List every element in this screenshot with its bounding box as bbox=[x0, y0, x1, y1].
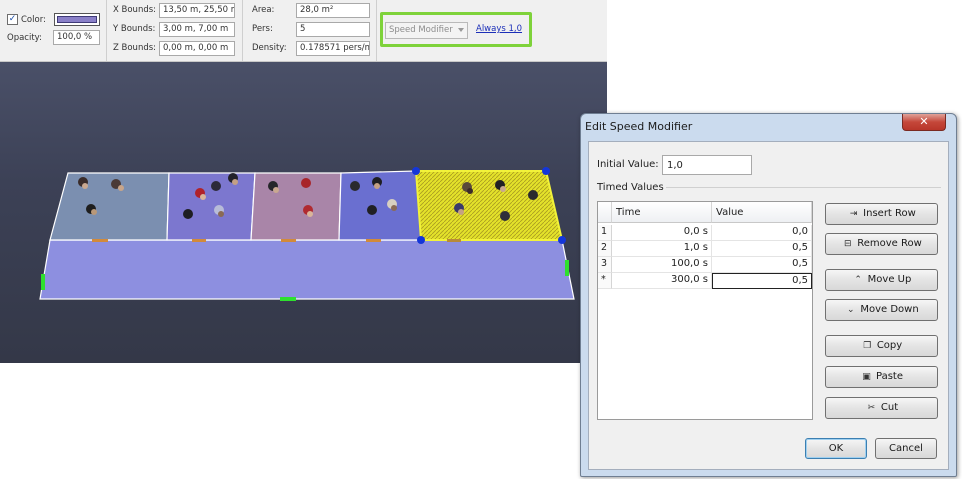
initial-value-input[interactable] bbox=[662, 155, 752, 175]
opacity-label: Opacity: bbox=[7, 33, 42, 43]
separator bbox=[242, 0, 243, 61]
selection-handle[interactable] bbox=[542, 167, 550, 175]
time-cell[interactable]: 300,0 s bbox=[612, 273, 712, 289]
dialog-title: Edit Speed Modifier bbox=[585, 120, 693, 133]
door-marker bbox=[366, 239, 381, 242]
zone-1[interactable] bbox=[49, 172, 170, 241]
selection-handle[interactable] bbox=[558, 236, 566, 244]
insert-row-button[interactable]: ⇥ Insert Row bbox=[825, 203, 938, 225]
speed-modifier-dropdown[interactable]: Speed Modifier bbox=[385, 22, 468, 39]
exit-marker bbox=[41, 274, 45, 290]
row-number: * bbox=[598, 273, 612, 289]
cut-label: Cut bbox=[880, 402, 899, 413]
zone-3[interactable] bbox=[250, 172, 342, 241]
initial-value-label: Initial Value: bbox=[597, 159, 659, 170]
door-marker bbox=[281, 239, 296, 242]
row-number: 1 bbox=[598, 225, 612, 241]
door-marker bbox=[92, 239, 108, 242]
color-checkbox[interactable]: ✓ bbox=[7, 14, 18, 25]
remove-row-button[interactable]: ⊟ Remove Row bbox=[825, 233, 938, 255]
x-bounds-field[interactable]: 13,50 m, 25,50 m bbox=[159, 3, 235, 18]
copy-icon: ❐ bbox=[863, 341, 872, 351]
zone-5-selected[interactable] bbox=[414, 170, 564, 241]
application-window: ✓ Color: Opacity: 100,0 % X Bounds: 13,5… bbox=[0, 0, 962, 479]
close-button[interactable]: ✕ bbox=[902, 114, 946, 131]
timed-values-label: Timed Values bbox=[597, 182, 664, 193]
value-cell-editing[interactable]: 0,5 bbox=[712, 273, 812, 289]
remove-row-label: Remove Row bbox=[857, 238, 922, 249]
chevron-down-icon: ⌄ bbox=[847, 305, 855, 315]
pers-label: Pers: bbox=[252, 24, 273, 34]
color-swatch-button[interactable] bbox=[54, 13, 100, 26]
cut-button[interactable]: ✂ Cut bbox=[825, 397, 938, 419]
time-column-header[interactable]: Time bbox=[612, 202, 712, 223]
separator bbox=[106, 0, 107, 61]
z-bounds-field[interactable]: 0,00 m, 0,00 m bbox=[159, 41, 235, 56]
value-cell[interactable]: 0,5 bbox=[712, 241, 812, 257]
density-field: 0.178571 pers/m² bbox=[296, 41, 370, 56]
cancel-button[interactable]: Cancel bbox=[875, 438, 937, 459]
separator bbox=[376, 0, 377, 61]
area-label: Area: bbox=[252, 5, 275, 15]
walkway-area[interactable] bbox=[39, 239, 575, 300]
value-cell[interactable]: 0,5 bbox=[712, 257, 812, 273]
section-divider bbox=[666, 187, 941, 188]
speed-modifier-link[interactable]: Always 1,0 bbox=[476, 24, 522, 34]
selection-handle[interactable] bbox=[417, 236, 425, 244]
paste-label: Paste bbox=[876, 371, 903, 382]
paste-button[interactable]: ▣ Paste bbox=[825, 366, 938, 388]
move-up-label: Move Up bbox=[867, 274, 912, 285]
zone-2[interactable] bbox=[166, 172, 256, 241]
value-cell[interactable]: 0,0 bbox=[712, 225, 812, 241]
move-down-label: Move Down bbox=[860, 304, 919, 315]
chevron-down-icon bbox=[458, 28, 464, 32]
exit-marker bbox=[565, 260, 569, 276]
row-number: 3 bbox=[598, 257, 612, 273]
move-down-button[interactable]: ⌄ Move Down bbox=[825, 299, 938, 321]
close-icon: ✕ bbox=[919, 115, 929, 128]
chevron-up-icon: ⌃ bbox=[854, 275, 862, 285]
time-cell[interactable]: 0,0 s bbox=[612, 225, 712, 241]
insert-row-icon: ⇥ bbox=[849, 209, 858, 219]
opacity-field[interactable]: 100,0 % bbox=[53, 30, 100, 45]
insert-row-label: Insert Row bbox=[863, 208, 916, 219]
paste-icon: ▣ bbox=[862, 372, 871, 382]
x-bounds-label: X Bounds: bbox=[113, 5, 157, 15]
color-label: Color: bbox=[21, 15, 46, 25]
time-cell[interactable]: 100,0 s bbox=[612, 257, 712, 273]
density-label: Density: bbox=[252, 43, 287, 53]
y-bounds-label: Y Bounds: bbox=[113, 24, 156, 34]
row-number: 2 bbox=[598, 241, 612, 257]
time-cell[interactable]: 1,0 s bbox=[612, 241, 712, 257]
row-number-header bbox=[598, 202, 612, 223]
selection-handle[interactable] bbox=[412, 167, 420, 175]
properties-panel: ✓ Color: Opacity: 100,0 % X Bounds: 13,5… bbox=[0, 0, 607, 62]
z-bounds-label: Z Bounds: bbox=[113, 43, 157, 53]
scissors-icon: ✂ bbox=[867, 403, 876, 413]
door-marker bbox=[447, 239, 461, 242]
copy-label: Copy bbox=[876, 340, 903, 351]
area-field: 28,0 m² bbox=[296, 3, 370, 18]
copy-button[interactable]: ❐ Copy bbox=[825, 335, 938, 357]
3d-viewport[interactable] bbox=[0, 62, 607, 363]
door-marker bbox=[192, 239, 206, 242]
speed-modifier-dropdown-label: Speed Modifier bbox=[389, 25, 453, 35]
exit-marker bbox=[280, 297, 296, 301]
remove-row-icon: ⊟ bbox=[843, 239, 852, 249]
timed-values-table[interactable]: Time Value 1 0,0 s 0,0 2 1,0 s 0,5 3 100… bbox=[597, 201, 813, 420]
move-up-button[interactable]: ⌃ Move Up bbox=[825, 269, 938, 291]
edit-speed-modifier-dialog: Edit Speed Modifier ✕ Initial Value: Tim… bbox=[580, 113, 957, 477]
pers-field: 5 bbox=[296, 22, 370, 37]
dialog-body: Initial Value: Timed Values Time Value 1… bbox=[588, 141, 949, 470]
ok-button[interactable]: OK bbox=[805, 438, 867, 459]
y-bounds-field[interactable]: 3,00 m, 7,00 m bbox=[159, 22, 235, 37]
value-column-header[interactable]: Value bbox=[712, 202, 812, 223]
color-swatch-fill bbox=[57, 16, 97, 23]
